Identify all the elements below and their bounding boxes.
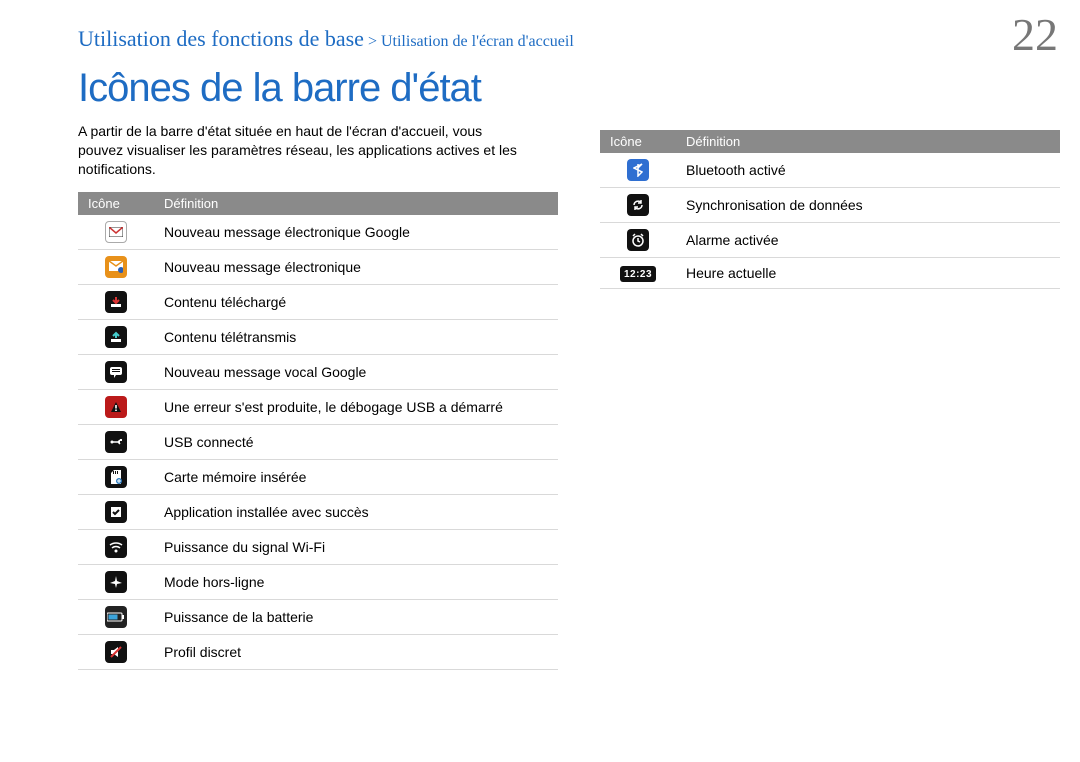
row-definition: Alarme activée: [676, 223, 1060, 258]
left-column: Icône Définition Nouveau message électro…: [78, 192, 558, 670]
silent-icon: [105, 641, 127, 663]
th-icon: Icône: [600, 130, 676, 153]
row-definition: Puissance de la batterie: [154, 600, 558, 635]
gmail-icon: [105, 221, 127, 243]
row-definition: Nouveau message électronique Google: [154, 215, 558, 250]
th-definition: Définition: [676, 130, 1060, 153]
voice-msg-icon: [105, 361, 127, 383]
table-row: Une erreur s'est produite, le débogage U…: [78, 390, 558, 425]
download-icon: [105, 291, 127, 313]
table-row: Carte mémoire insérée: [78, 460, 558, 495]
intro-paragraph: A partir de la barre d'état située en ha…: [78, 122, 528, 179]
table-row: Bluetooth activé: [600, 153, 1060, 188]
clock-icon: 12:23: [620, 266, 656, 282]
table-header-row: Icône Définition: [78, 192, 558, 215]
row-definition: Application installée avec succès: [154, 495, 558, 530]
battery-icon: [105, 606, 127, 628]
table-header-row: Icône Définition: [600, 130, 1060, 153]
table-row: 12:23 Heure actuelle: [600, 258, 1060, 289]
sdcard-icon: [105, 466, 127, 488]
manual-page: Utilisation des fonctions de base > Util…: [0, 0, 1080, 762]
usb-icon: [105, 431, 127, 453]
table-row: Nouveau message électronique Google: [78, 215, 558, 250]
page-title: Icônes de la barre d'état: [78, 66, 481, 111]
th-icon: Icône: [78, 192, 154, 215]
row-definition: Carte mémoire insérée: [154, 460, 558, 495]
page-number: 22: [1012, 8, 1058, 61]
sync-icon: [627, 194, 649, 216]
breadcrumb-section: Utilisation des fonctions de base: [78, 26, 364, 51]
row-definition: Nouveau message vocal Google: [154, 355, 558, 390]
table-row: Application installée avec succès: [78, 495, 558, 530]
table-row: Contenu téléchargé: [78, 285, 558, 320]
airplane-icon: [105, 571, 127, 593]
table-row: Puissance de la batterie: [78, 600, 558, 635]
table-row: Synchronisation de données: [600, 188, 1060, 223]
row-definition: Bluetooth activé: [676, 153, 1060, 188]
table-row: Nouveau message vocal Google: [78, 355, 558, 390]
table-row: USB connecté: [78, 425, 558, 460]
bluetooth-icon: [627, 159, 649, 181]
status-icon-table-right: Icône Définition Bluetooth activé Synchr…: [600, 130, 1060, 289]
table-row: Puissance du signal Wi-Fi: [78, 530, 558, 565]
row-definition: Synchronisation de données: [676, 188, 1060, 223]
row-definition: Mode hors-ligne: [154, 565, 558, 600]
breadcrumb-subsection: Utilisation de l'écran d'accueil: [381, 33, 574, 50]
table-row: Mode hors-ligne: [78, 565, 558, 600]
right-column: Icône Définition Bluetooth activé Synchr…: [600, 130, 1060, 289]
row-definition: Puissance du signal Wi-Fi: [154, 530, 558, 565]
email-icon: [105, 256, 127, 278]
error-icon: [105, 396, 127, 418]
row-definition: Nouveau message électronique: [154, 250, 558, 285]
row-definition: USB connecté: [154, 425, 558, 460]
upload-icon: [105, 326, 127, 348]
row-definition: Contenu télétransmis: [154, 320, 558, 355]
alarm-icon: [627, 229, 649, 251]
breadcrumb-separator: >: [364, 33, 381, 50]
row-definition: Profil discret: [154, 635, 558, 670]
row-definition: Une erreur s'est produite, le débogage U…: [154, 390, 558, 425]
table-row: Profil discret: [78, 635, 558, 670]
status-icon-table-left: Icône Définition Nouveau message électro…: [78, 192, 558, 670]
row-definition: Contenu téléchargé: [154, 285, 558, 320]
row-definition: Heure actuelle: [676, 258, 1060, 289]
breadcrumb: Utilisation des fonctions de base > Util…: [78, 26, 574, 52]
table-row: Nouveau message électronique: [78, 250, 558, 285]
wifi-icon: [105, 536, 127, 558]
installed-icon: [105, 501, 127, 523]
table-row: Contenu télétransmis: [78, 320, 558, 355]
th-definition: Définition: [154, 192, 558, 215]
table-row: Alarme activée: [600, 223, 1060, 258]
